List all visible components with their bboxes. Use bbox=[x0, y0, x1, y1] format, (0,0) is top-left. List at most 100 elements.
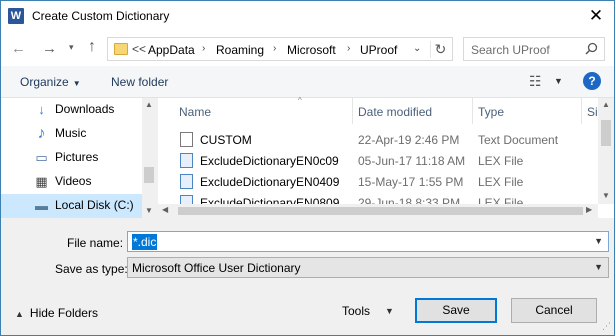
save-as-type-label: Save as type: bbox=[55, 262, 128, 276]
file-type: LEX File bbox=[478, 154, 524, 168]
lex-file-icon bbox=[180, 153, 193, 168]
table-row[interactable]: ExcludeDictionaryEN0409 15-May-17 1:55 P… bbox=[158, 171, 598, 192]
text-file-icon bbox=[180, 132, 193, 147]
sort-ascending-icon: ^ bbox=[298, 96, 302, 105]
sidebar-item-label: Pictures bbox=[55, 150, 99, 164]
sidebar-item-pictures[interactable]: ▭ Pictures bbox=[1, 146, 142, 170]
scroll-up-arrow-icon[interactable]: ▲ bbox=[142, 100, 156, 109]
breadcrumb-separator-icon[interactable]: › bbox=[273, 43, 276, 54]
file-date: 15-May-17 1:55 PM bbox=[358, 175, 464, 189]
column-label: Type bbox=[478, 105, 505, 119]
back-arrow-icon[interactable]: ← bbox=[11, 40, 26, 57]
breadcrumb-separator-icon[interactable]: › bbox=[202, 43, 205, 54]
search-box[interactable]: Search UProof bbox=[463, 37, 605, 61]
file-name: ExcludeDictionaryEN0c09 bbox=[200, 154, 339, 168]
file-name: CUSTOM bbox=[200, 133, 252, 147]
folder-icon bbox=[114, 43, 128, 55]
word-app-icon: W bbox=[8, 8, 24, 24]
save-button[interactable]: Save bbox=[415, 298, 497, 323]
breadcrumb-overflow[interactable]: << bbox=[132, 42, 146, 56]
breadcrumb-roaming[interactable]: Roaming bbox=[216, 43, 264, 57]
lex-file-icon bbox=[180, 195, 193, 204]
table-row[interactable]: ExcludeDictionaryEN0809 29-Jun-18 8:33 P… bbox=[158, 192, 598, 204]
save-as-type-select[interactable]: Microsoft Office User Dictionary ▼ bbox=[127, 257, 609, 278]
column-header-date[interactable]: Date modified bbox=[353, 98, 472, 124]
view-options-icon[interactable]: ☷ bbox=[529, 73, 542, 90]
title-bar: W Create Custom Dictionary ✕ bbox=[1, 1, 614, 32]
file-date: 05-Jun-17 11:18 AM bbox=[358, 154, 466, 168]
forward-arrow-icon[interactable]: → bbox=[42, 40, 57, 57]
column-header-name[interactable]: ^ Name bbox=[158, 96, 352, 124]
tools-dropdown-icon[interactable]: ▼ bbox=[385, 306, 394, 316]
chevron-down-icon[interactable]: ▼ bbox=[594, 236, 603, 246]
sidebar-item-downloads[interactable]: ↓ Downloads bbox=[1, 98, 142, 122]
chevron-up-icon: ▲ bbox=[15, 309, 24, 319]
scrollbar-thumb[interactable] bbox=[601, 120, 611, 146]
sidebar-item-label: Music bbox=[55, 126, 87, 140]
view-dropdown-icon[interactable]: ▼ bbox=[554, 76, 563, 86]
recent-locations-chevron-icon[interactable]: ▾ bbox=[69, 42, 74, 53]
scrollbar-thumb[interactable] bbox=[144, 167, 154, 183]
save-dialog: W Create Custom Dictionary ✕ ← → ▾ ↑ << … bbox=[0, 0, 615, 336]
hide-folders-button[interactable]: ▲ Hide Folders bbox=[15, 306, 98, 320]
file-name: ExcludeDictionaryEN0809 bbox=[200, 196, 340, 204]
file-date: 29-Jun-18 8:33 PM bbox=[358, 196, 461, 204]
search-icon[interactable] bbox=[585, 42, 598, 55]
scroll-down-arrow-icon[interactable]: ▼ bbox=[142, 206, 156, 215]
cancel-button[interactable]: Cancel bbox=[511, 298, 597, 323]
new-folder-button[interactable]: New folder bbox=[111, 75, 168, 89]
pictures-icon: ▭ bbox=[35, 150, 48, 165]
chevron-down-icon[interactable]: ▼ bbox=[594, 262, 603, 272]
scrollbar-thumb[interactable] bbox=[178, 207, 583, 215]
close-button[interactable]: ✕ bbox=[586, 6, 606, 26]
organize-label: Organize bbox=[20, 75, 69, 89]
scroll-up-arrow-icon[interactable]: ▲ bbox=[599, 100, 613, 109]
videos-icon: ▦ bbox=[35, 174, 48, 189]
file-type: LEX File bbox=[478, 196, 524, 204]
refresh-icon[interactable]: ↻ bbox=[430, 41, 450, 58]
sidebar-item-label: Downloads bbox=[55, 102, 115, 116]
file-list: ^ Name Date modified Type Si CUSTOM 22-A… bbox=[158, 96, 614, 218]
drive-icon: ▬ bbox=[35, 198, 48, 213]
column-header-type[interactable]: Type bbox=[473, 98, 581, 124]
music-icon: ♪ bbox=[37, 125, 46, 142]
file-type: LEX File bbox=[478, 175, 524, 189]
scroll-down-arrow-icon[interactable]: ▼ bbox=[599, 191, 613, 200]
command-bar: Organize ▼ New folder ☷ ▼ ? bbox=[1, 66, 614, 98]
resize-grip-icon[interactable]: ⋰ bbox=[602, 321, 611, 332]
breadcrumb-appdata[interactable]: AppData bbox=[148, 43, 195, 57]
breadcrumb-separator-icon[interactable]: › bbox=[347, 43, 350, 54]
window-title: Create Custom Dictionary bbox=[32, 9, 170, 23]
save-as-type-value: Microsoft Office User Dictionary bbox=[132, 261, 301, 275]
sidebar-item-music[interactable]: ♪ Music bbox=[1, 122, 142, 146]
tools-button[interactable]: Tools bbox=[342, 304, 370, 318]
chevron-down-icon: ▼ bbox=[72, 79, 81, 88]
table-row[interactable]: ExcludeDictionaryEN0c09 05-Jun-17 11:18 … bbox=[158, 150, 598, 171]
column-label: Name bbox=[179, 105, 212, 119]
column-label: Si bbox=[587, 105, 598, 119]
filename-input[interactable]: *.dic ▼ bbox=[127, 231, 609, 252]
sidebar-scrollbar[interactable]: ▲ ▼ bbox=[142, 98, 156, 218]
organize-button[interactable]: Organize ▼ bbox=[20, 75, 81, 89]
file-list-horizontal-scrollbar[interactable]: ◀ ▶ bbox=[158, 204, 598, 218]
file-date: 22-Apr-19 2:46 PM bbox=[358, 133, 460, 147]
filename-value: *.dic bbox=[132, 234, 158, 250]
address-dropdown-icon[interactable]: ⌄ bbox=[413, 43, 421, 54]
sidebar-item-local-disk[interactable]: ▬ Local Disk (C:) bbox=[1, 194, 142, 218]
file-list-vertical-scrollbar[interactable]: ▲ ▼ bbox=[598, 98, 614, 204]
scroll-right-arrow-icon[interactable]: ▶ bbox=[586, 205, 592, 214]
breadcrumb-microsoft[interactable]: Microsoft bbox=[287, 43, 336, 57]
up-arrow-icon[interactable]: ↑ bbox=[88, 38, 96, 56]
scroll-left-arrow-icon[interactable]: ◀ bbox=[162, 205, 168, 214]
hide-folders-label: Hide Folders bbox=[29, 306, 98, 320]
navigation-pane: ↓ Downloads ♪ Music ▭ Pictures ▦ Videos … bbox=[1, 98, 156, 218]
address-bar[interactable]: << AppData › Roaming › Microsoft › UProo… bbox=[107, 37, 453, 61]
help-icon[interactable]: ? bbox=[583, 72, 601, 90]
column-header-size[interactable]: Si bbox=[582, 98, 598, 124]
download-icon: ↓ bbox=[38, 102, 45, 117]
sidebar-item-label: Videos bbox=[55, 174, 92, 188]
table-row[interactable]: CUSTOM 22-Apr-19 2:46 PM Text Document bbox=[158, 129, 598, 150]
lex-file-icon bbox=[180, 174, 193, 189]
breadcrumb-uproof[interactable]: UProof bbox=[360, 43, 397, 57]
sidebar-item-videos[interactable]: ▦ Videos bbox=[1, 170, 142, 194]
